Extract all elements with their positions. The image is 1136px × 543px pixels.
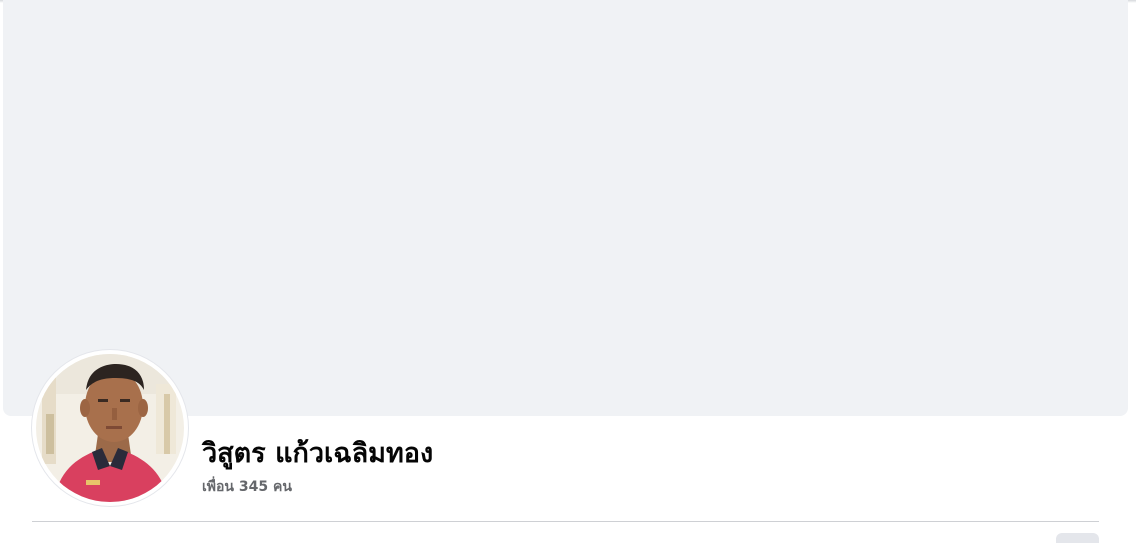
profile-photo-icon — [36, 354, 184, 502]
profile-name: วิสูตร แก้วเฉลิมทอง — [202, 438, 434, 469]
profile-picture[interactable] — [32, 350, 188, 506]
more-options-button[interactable] — [1056, 533, 1099, 543]
cover-photo-area[interactable] — [3, 0, 1128, 416]
friends-count-link[interactable]: เพื่อน 345 คน — [202, 477, 292, 497]
profile-divider — [32, 521, 1099, 522]
avatar[interactable] — [36, 354, 184, 502]
